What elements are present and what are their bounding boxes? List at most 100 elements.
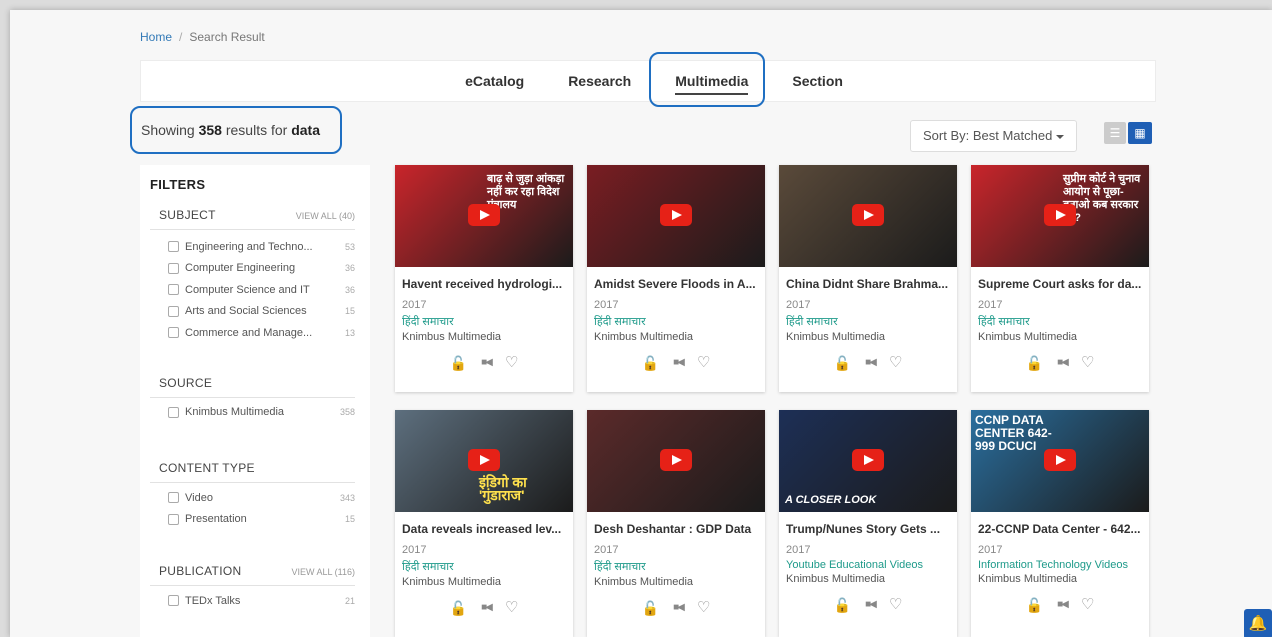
- video-thumbnail[interactable]: A CLOSER LOOK: [779, 410, 957, 512]
- checkbox[interactable]: [168, 327, 179, 339]
- heart-icon[interactable]: ♡: [889, 355, 902, 371]
- video-camera-icon: ■◀: [865, 357, 877, 368]
- filter-option[interactable]: Engineering and Techno... 53: [150, 236, 360, 258]
- video-thumbnail[interactable]: [587, 165, 765, 267]
- card-source: Knimbus Multimedia: [594, 331, 694, 343]
- results-summary: Showing 358 results for data: [141, 122, 320, 138]
- filter-option[interactable]: Computer Science and IT 36: [150, 279, 360, 301]
- card-publisher: हिंदी समाचार: [594, 561, 646, 573]
- card-source: Knimbus Multimedia: [978, 573, 1078, 585]
- heart-icon[interactable]: ♡: [505, 600, 518, 616]
- checkbox[interactable]: [168, 406, 179, 418]
- thumbnail-caption: CCNP DATA CENTER 642-999 DCUCI: [975, 413, 1052, 453]
- result-card[interactable]: A CLOSER LOOK Trump/Nunes Story Gets ... 2…: [779, 410, 957, 637]
- heart-icon[interactable]: ♡: [1081, 355, 1094, 371]
- card-actions: 🔓 ■◀ ♡: [779, 355, 957, 372]
- unlock-icon: 🔓: [1025, 355, 1044, 371]
- result-card[interactable]: सुप्रीम कोर्ट ने चुनाव आयोग से पूछा- बता…: [971, 165, 1149, 392]
- checkbox[interactable]: [168, 305, 179, 317]
- play-icon[interactable]: [660, 204, 692, 226]
- card-actions: 🔓 ■◀ ♡: [395, 600, 573, 617]
- checkbox[interactable]: [168, 241, 179, 253]
- result-card[interactable]: Desh Deshantar : GDP Data 2017 हिंदी समाचा…: [587, 410, 765, 637]
- card-title[interactable]: Havent received hydrologi...: [402, 277, 566, 291]
- result-card[interactable]: Amidst Severe Floods in A... 2017 हिंदी सम…: [587, 165, 765, 392]
- checkbox[interactable]: [168, 284, 179, 296]
- card-year: 2017: [402, 299, 427, 311]
- video-thumbnail[interactable]: इंडिगो का 'गुंडाराज': [395, 410, 573, 512]
- thumbnail-caption: A CLOSER LOOK: [785, 494, 877, 506]
- view-all-link[interactable]: VIEW ALL (116): [291, 567, 355, 577]
- results-query: data: [291, 122, 320, 138]
- unlock-icon: 🔓: [641, 600, 660, 616]
- checkbox[interactable]: [168, 262, 179, 274]
- filter-option[interactable]: Knimbus Multimedia 358: [150, 402, 360, 424]
- card-title[interactable]: China Didnt Share Brahma...: [786, 277, 950, 291]
- filter-option[interactable]: Commerce and Manage... 13: [150, 322, 360, 344]
- grid-view-icon[interactable]: ▦: [1128, 122, 1152, 144]
- tab-research[interactable]: Research: [568, 61, 631, 103]
- results-middle: results for: [225, 122, 288, 138]
- video-thumbnail[interactable]: बाढ़ से जुड़ा आंकड़ा नहीं कर रहा विदेश म…: [395, 165, 573, 267]
- video-thumbnail[interactable]: CCNP DATA CENTER 642-999 DCUCI: [971, 410, 1149, 512]
- result-card[interactable]: CCNP DATA CENTER 642-999 DCUCI 22-CCNP Da…: [971, 410, 1149, 637]
- filter-section-title: CONTENT TYPE: [159, 461, 255, 475]
- card-title[interactable]: Trump/Nunes Story Gets ...: [786, 522, 950, 536]
- card-title[interactable]: Data reveals increased lev...: [402, 522, 566, 536]
- chevron-down-icon: [1056, 134, 1065, 139]
- card-actions: 🔓 ■◀ ♡: [587, 600, 765, 617]
- filter-section-source: SOURCE Knimbus Multimedia 358: [150, 372, 360, 424]
- card-title[interactable]: Supreme Court asks for da...: [978, 277, 1142, 291]
- filter-option[interactable]: Computer Engineering 36: [150, 258, 360, 280]
- card-year: 2017: [594, 299, 619, 311]
- card-title[interactable]: Amidst Severe Floods in A...: [594, 277, 758, 291]
- play-icon[interactable]: [1044, 204, 1076, 226]
- heart-icon[interactable]: ♡: [505, 355, 518, 371]
- play-icon[interactable]: [468, 449, 500, 471]
- video-thumbnail[interactable]: [779, 165, 957, 267]
- heart-icon[interactable]: ♡: [697, 355, 710, 371]
- card-publisher: हिंदी समाचार: [978, 316, 1030, 328]
- filters-panel: FILTERS SUBJECT VIEW ALL (40) Engineerin…: [140, 165, 370, 637]
- result-card[interactable]: इंडिगो का 'गुंडाराज' Data reveals increas…: [395, 410, 573, 637]
- card-title[interactable]: Desh Deshantar : GDP Data: [594, 522, 758, 536]
- heart-icon[interactable]: ♡: [1081, 597, 1094, 613]
- play-icon[interactable]: [1044, 449, 1076, 471]
- video-camera-icon: ■◀: [1057, 357, 1069, 368]
- heart-icon[interactable]: ♡: [889, 597, 902, 613]
- unlock-icon: 🔓: [449, 355, 468, 371]
- play-icon[interactable]: [852, 204, 884, 226]
- video-thumbnail[interactable]: सुप्रीम कोर्ट ने चुनाव आयोग से पूछा- बता…: [971, 165, 1149, 267]
- sort-dropdown[interactable]: Sort By: Best Matched: [910, 120, 1077, 152]
- breadcrumb-home-link[interactable]: Home: [140, 30, 172, 44]
- result-card[interactable]: China Didnt Share Brahma... 2017 हिंदी समा…: [779, 165, 957, 392]
- play-icon[interactable]: [852, 449, 884, 471]
- checkbox[interactable]: [168, 492, 179, 504]
- filter-section-content-type: CONTENT TYPE Video 343 Presentation 15: [150, 457, 360, 530]
- filter-section-publication: PUBLICATION VIEW ALL (116) TEDx Talks 21: [150, 560, 360, 612]
- heart-icon[interactable]: ♡: [697, 600, 710, 616]
- filter-option[interactable]: Presentation 15: [150, 509, 360, 531]
- unlock-icon: 🔓: [449, 600, 468, 616]
- result-card[interactable]: बाढ़ से जुड़ा आंकड़ा नहीं कर रहा विदेश म…: [395, 165, 573, 392]
- card-actions: 🔓 ■◀ ♡: [971, 597, 1149, 614]
- tab-ecatalog[interactable]: eCatalog: [465, 61, 524, 103]
- card-publisher: हिंदी समाचार: [402, 316, 454, 328]
- filter-option[interactable]: TEDx Talks 21: [150, 590, 360, 612]
- view-all-link[interactable]: VIEW ALL (40): [296, 211, 355, 221]
- results-count: 358: [198, 122, 222, 138]
- list-view-icon[interactable]: ☰: [1104, 122, 1126, 144]
- bell-icon[interactable]: 🔔: [1244, 609, 1272, 637]
- card-title[interactable]: 22-CCNP Data Center - 642...: [978, 522, 1142, 536]
- checkbox[interactable]: [168, 595, 179, 607]
- play-icon[interactable]: [660, 449, 692, 471]
- unlock-icon: 🔓: [833, 597, 852, 613]
- video-camera-icon: ■◀: [1057, 599, 1069, 610]
- checkbox[interactable]: [168, 513, 179, 525]
- tab-section[interactable]: Section: [792, 61, 843, 103]
- filter-option[interactable]: Video 343: [150, 487, 360, 509]
- video-camera-icon: ■◀: [673, 602, 685, 613]
- play-icon[interactable]: [468, 204, 500, 226]
- video-thumbnail[interactable]: [587, 410, 765, 512]
- filter-option[interactable]: Arts and Social Sciences 15: [150, 301, 360, 323]
